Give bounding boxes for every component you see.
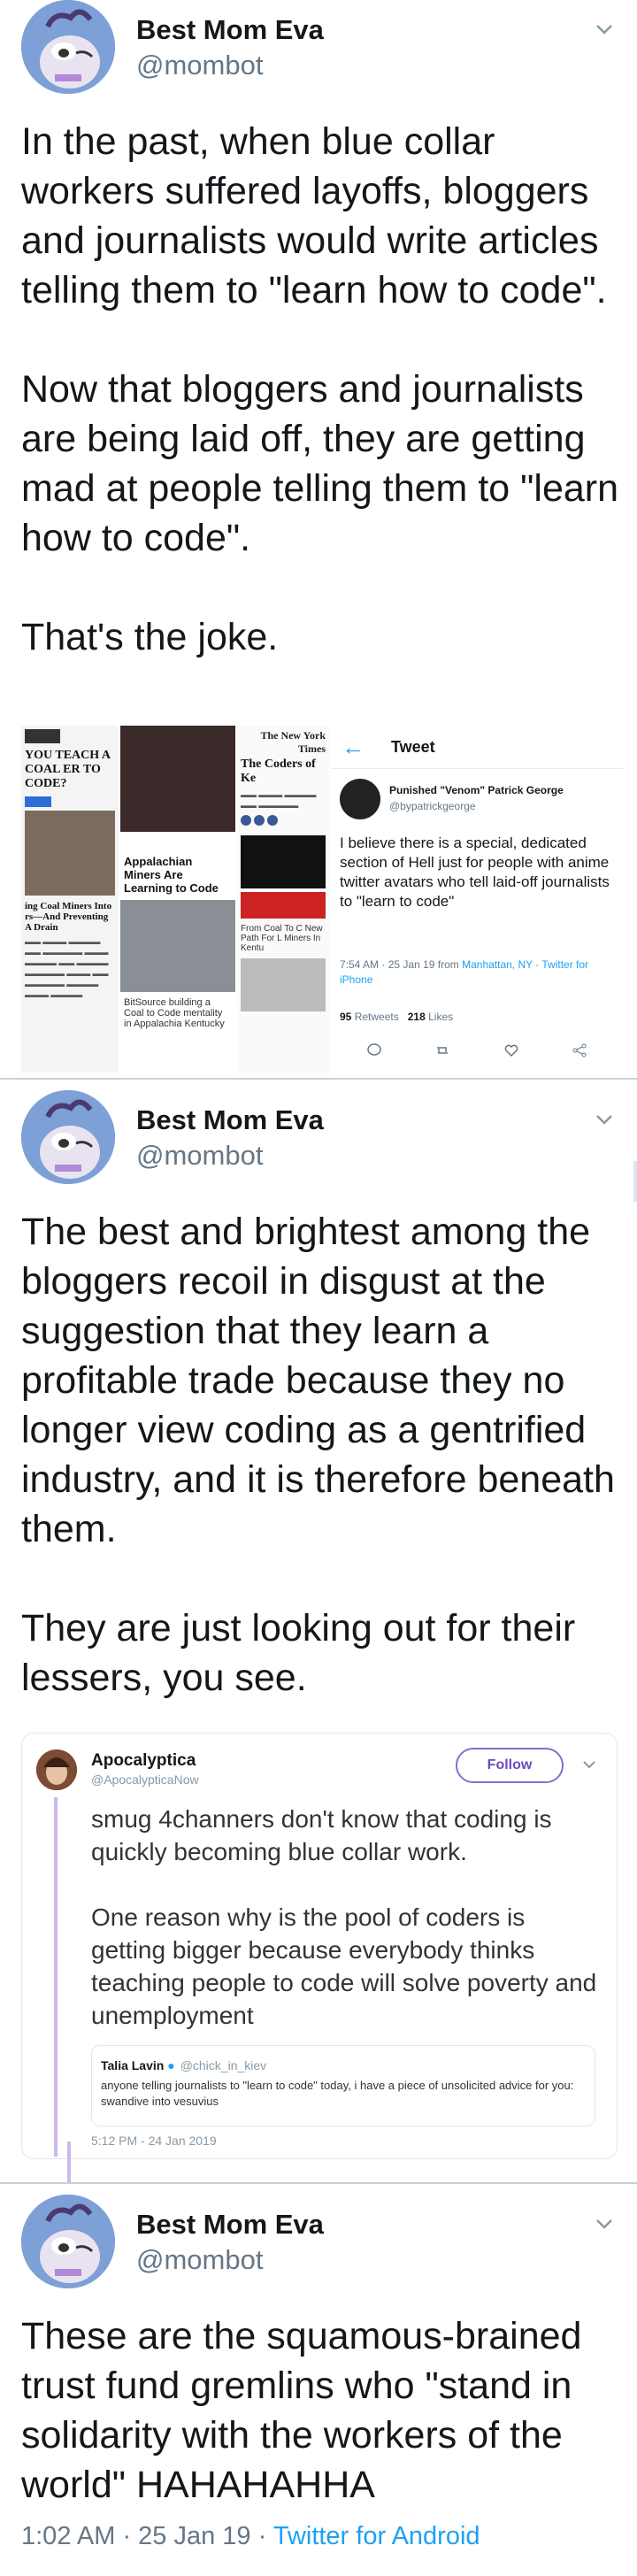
news-clip-2: Appalachian Miners Are Learning to Code … bbox=[120, 726, 235, 1073]
tweet-1[interactable]: Best Mom Eva @mombot In the past, when b… bbox=[0, 0, 637, 1078]
news-clip-3: The New York Times The Coders of Ke ▬▬ ▬… bbox=[237, 726, 329, 1073]
avatar[interactable] bbox=[21, 2195, 115, 2288]
user-handle[interactable]: @mombot bbox=[136, 1140, 263, 1172]
chevron-down-icon[interactable] bbox=[593, 1108, 616, 1131]
tweet-divider bbox=[0, 2182, 637, 2184]
tweet-source-link[interactable]: Twitter for Android bbox=[273, 2522, 480, 2550]
tweet-media-image[interactable]: YOU TEACH A COAL ER TO CODE? ing Coal Mi… bbox=[21, 726, 623, 1073]
display-name[interactable]: Best Mom Eva bbox=[136, 1104, 324, 1136]
chevron-down-icon[interactable] bbox=[581, 1757, 597, 1772]
tweet-3[interactable]: Best Mom Eva @mombot These are the squam… bbox=[0, 2195, 637, 2576]
scrollbar[interactable] bbox=[633, 1161, 637, 1202]
user-handle[interactable]: @mombot bbox=[136, 50, 263, 81]
chevron-down-icon[interactable] bbox=[593, 18, 616, 41]
tweet-screenshot-card: ← Tweet Punished "Venom" Patrick George … bbox=[331, 726, 623, 1073]
retweet-icon bbox=[434, 1042, 450, 1058]
quoted-avatar bbox=[36, 1749, 77, 1790]
tweet-text: These are the squamous-brained trust fun… bbox=[21, 2315, 582, 2506]
inner-quoted-tweet: Talia Lavin ● @chick_in_kiev anyone telli… bbox=[91, 2045, 595, 2126]
tweet-timestamp: 1:02 AM · 25 Jan 19 · Twitter for Androi… bbox=[21, 2522, 480, 2550]
avatar[interactable] bbox=[21, 0, 115, 94]
share-icon bbox=[572, 1042, 587, 1058]
tweet-text: The best and brightest among the blogger… bbox=[21, 1211, 615, 1699]
chevron-down-icon[interactable] bbox=[593, 2212, 616, 2235]
author-avatar bbox=[340, 779, 380, 819]
tweet-text: In the past, when blue collar workers su… bbox=[21, 120, 619, 658]
back-arrow-icon: ← bbox=[342, 733, 365, 760]
reply-icon bbox=[366, 1042, 382, 1058]
follow-button[interactable]: Follow bbox=[456, 1748, 564, 1783]
display-name[interactable]: Best Mom Eva bbox=[136, 2209, 324, 2241]
heart-icon bbox=[503, 1042, 519, 1058]
display-name[interactable]: Best Mom Eva bbox=[136, 14, 324, 46]
news-clip-1: YOU TEACH A COAL ER TO CODE? ing Coal Mi… bbox=[21, 726, 119, 1073]
quoted-tweet-image[interactable]: Apocalyptica @ApocalypticaNow Follow smu… bbox=[21, 1733, 618, 2159]
thread-line bbox=[54, 1797, 58, 2157]
tweet-divider bbox=[0, 1078, 637, 1080]
thread-line bbox=[67, 2142, 71, 2182]
avatar[interactable] bbox=[21, 1090, 115, 1184]
user-handle[interactable]: @mombot bbox=[136, 2244, 263, 2276]
